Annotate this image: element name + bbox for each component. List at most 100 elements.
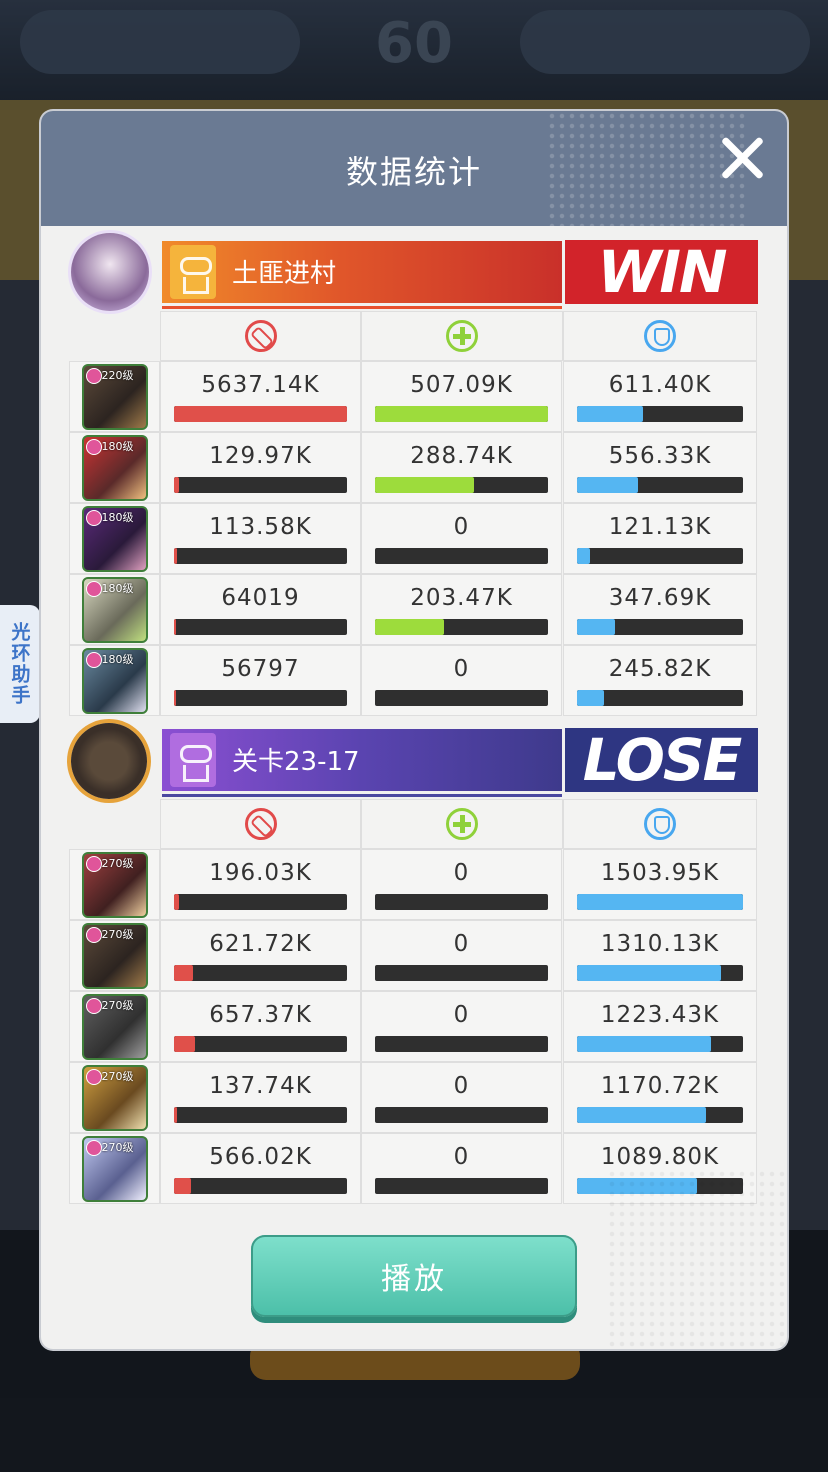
hero-portrait[interactable]: 180级 bbox=[81, 505, 148, 572]
play-button[interactable]: 播放 bbox=[251, 1235, 577, 1317]
hero-level: 270级 bbox=[101, 856, 134, 870]
damage-value: 657.37K bbox=[209, 1002, 312, 1028]
tank-value: 1170.72K bbox=[600, 1073, 720, 1099]
tank-bar bbox=[577, 894, 743, 910]
tank-bar-fill bbox=[577, 894, 743, 910]
shield-icon bbox=[644, 808, 676, 840]
hero-level: 180级 bbox=[101, 581, 134, 595]
damage-bar bbox=[174, 1107, 347, 1123]
heal-bar bbox=[375, 894, 548, 910]
tank-bar bbox=[577, 477, 743, 493]
damage-bar-fill bbox=[174, 1036, 195, 1052]
hero-stat-row: 270级 621.72K 0 1310.13K bbox=[69, 920, 757, 991]
tank-value: 1223.43K bbox=[600, 1002, 720, 1028]
tank-value: 245.82K bbox=[608, 656, 712, 682]
heal-bar bbox=[375, 965, 548, 981]
stat-header-row bbox=[69, 311, 757, 361]
hero-stat-row: 270级 196.03K 0 1503.95K bbox=[69, 849, 757, 920]
damage-value: 137.74K bbox=[209, 1073, 312, 1099]
hero-portrait[interactable]: 270级 bbox=[81, 922, 148, 989]
tank-bar-fill bbox=[577, 1036, 712, 1052]
heal-value: 0 bbox=[453, 1144, 470, 1170]
damage-bar-fill bbox=[174, 894, 180, 910]
damage-bar-fill bbox=[174, 1178, 192, 1194]
damage-bar bbox=[174, 965, 347, 981]
heal-bar bbox=[375, 619, 548, 635]
heal-icon bbox=[446, 320, 478, 352]
heal-value: 0 bbox=[453, 860, 470, 886]
hero-stat-row: 180级 64019 203.47K 347.69K bbox=[69, 574, 757, 645]
damage-bar bbox=[174, 477, 347, 493]
guild-flag-icon bbox=[170, 245, 216, 299]
rarity-badge-icon bbox=[85, 509, 102, 526]
hero-stat-row: 180级 113.58K 0 121.13K bbox=[69, 503, 757, 574]
tank-bar-fill bbox=[577, 619, 616, 635]
enemy-avatar bbox=[71, 723, 147, 799]
tank-bar-fill bbox=[577, 406, 644, 422]
hero-portrait[interactable]: 180级 bbox=[81, 434, 148, 501]
heal-value: 0 bbox=[453, 1002, 470, 1028]
stats-table-player: 220级 5637.14K 507.09K 611.40K 180级 129.9… bbox=[69, 311, 757, 716]
hero-stat-row: 270级 137.74K 0 1170.72K bbox=[69, 1062, 757, 1133]
damage-bar-fill bbox=[174, 1107, 178, 1123]
heal-bar bbox=[375, 548, 548, 564]
guild-flag-icon bbox=[170, 733, 216, 787]
rarity-badge-icon bbox=[85, 438, 102, 455]
rarity-badge-icon bbox=[85, 855, 102, 872]
damage-bar-fill bbox=[174, 477, 180, 493]
heal-bar bbox=[375, 690, 548, 706]
assistant-side-tab[interactable]: 光环助手 bbox=[0, 605, 40, 723]
hero-level: 180级 bbox=[101, 510, 134, 524]
stats-table-enemy: 270级 196.03K 0 1503.95K 270级 621.72K 0 1… bbox=[69, 799, 757, 1204]
tank-bar-fill bbox=[577, 548, 591, 564]
damage-bar-fill bbox=[174, 965, 194, 981]
hero-portrait[interactable]: 270级 bbox=[81, 993, 148, 1060]
hero-portrait[interactable]: 220级 bbox=[81, 363, 148, 430]
damage-bar-fill bbox=[174, 406, 347, 422]
hero-level: 270级 bbox=[101, 1069, 134, 1083]
hero-level: 270级 bbox=[101, 998, 134, 1012]
rarity-badge-icon bbox=[85, 997, 102, 1014]
damage-value: 56797 bbox=[221, 656, 300, 682]
damage-value: 621.72K bbox=[209, 931, 312, 957]
hero-portrait[interactable]: 270级 bbox=[81, 1135, 148, 1202]
damage-bar bbox=[174, 1036, 347, 1052]
heal-value: 0 bbox=[453, 1073, 470, 1099]
tank-value: 556.33K bbox=[608, 443, 712, 469]
tank-bar bbox=[577, 1107, 743, 1123]
tank-bar-fill bbox=[577, 1107, 707, 1123]
tank-value: 1503.95K bbox=[600, 860, 720, 886]
tank-bar bbox=[577, 690, 743, 706]
damage-bar bbox=[174, 406, 347, 422]
heal-bar bbox=[375, 1107, 548, 1123]
hero-portrait[interactable]: 180级 bbox=[81, 647, 148, 714]
heal-bar-fill bbox=[375, 619, 445, 635]
tank-bar-fill bbox=[577, 690, 604, 706]
tank-bar bbox=[577, 619, 743, 635]
hero-portrait[interactable]: 180级 bbox=[81, 576, 148, 643]
rarity-badge-icon bbox=[85, 1068, 102, 1085]
damage-value: 64019 bbox=[221, 585, 300, 611]
result-win-badge: WIN bbox=[565, 238, 758, 306]
damage-value: 196.03K bbox=[209, 860, 312, 886]
tank-value: 121.13K bbox=[608, 514, 712, 540]
hero-stat-row: 180级 129.97K 288.74K 556.33K bbox=[69, 432, 757, 503]
player-avatar bbox=[71, 233, 149, 311]
hero-level: 180级 bbox=[101, 652, 134, 666]
hero-portrait[interactable]: 270级 bbox=[81, 1064, 148, 1131]
hero-portrait[interactable]: 270级 bbox=[81, 851, 148, 918]
tank-bar bbox=[577, 548, 743, 564]
team-banner-player: 土匪进村 bbox=[162, 241, 562, 309]
hero-stat-row: 220级 5637.14K 507.09K 611.40K bbox=[69, 361, 757, 432]
heal-bar bbox=[375, 406, 548, 422]
team-name: 土匪进村 bbox=[232, 259, 337, 289]
hero-stat-row: 270级 657.37K 0 1223.43K bbox=[69, 991, 757, 1062]
heal-value: 507.09K bbox=[410, 372, 513, 398]
heal-value: 0 bbox=[453, 656, 470, 682]
tank-bar bbox=[577, 965, 743, 981]
stats-panel: 数据统计 土匪进村 WIN 220级 5637.14K 507.09K 611.… bbox=[41, 111, 787, 1349]
heal-icon bbox=[446, 808, 478, 840]
close-button[interactable] bbox=[717, 133, 767, 183]
damage-bar bbox=[174, 1178, 347, 1194]
heal-value: 288.74K bbox=[410, 443, 513, 469]
